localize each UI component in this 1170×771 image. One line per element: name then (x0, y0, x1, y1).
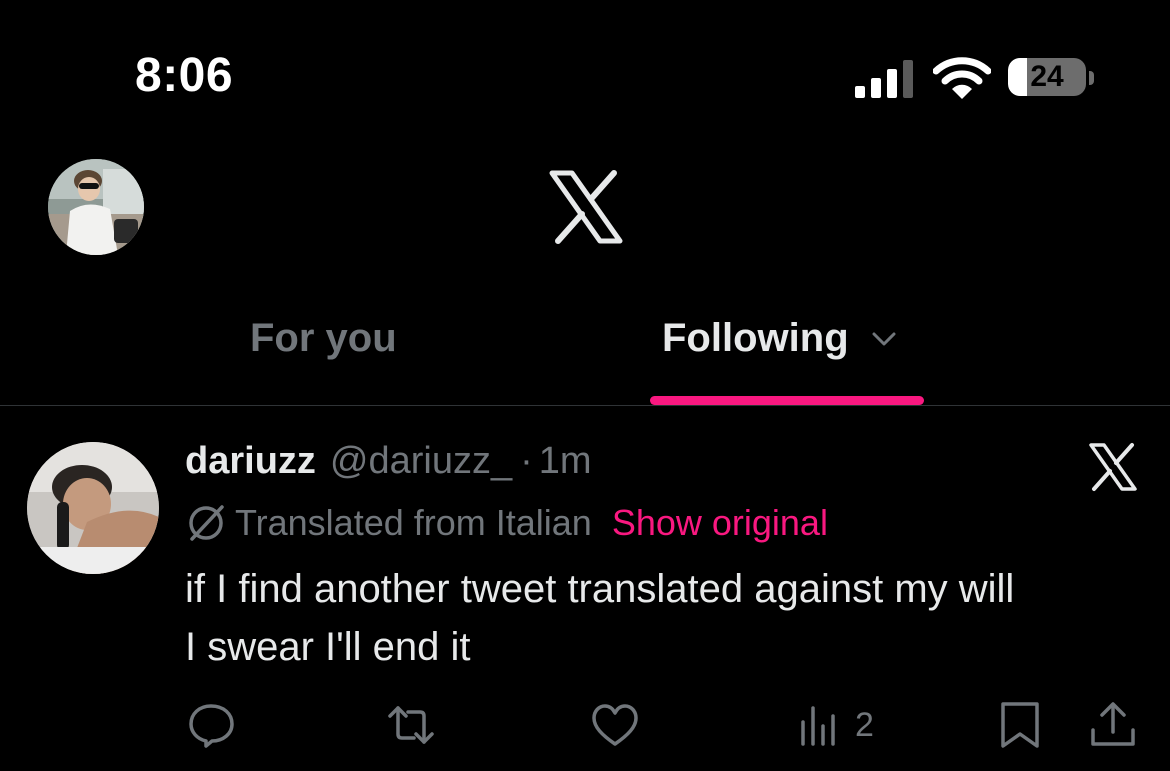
share-icon (1091, 702, 1135, 746)
meta-separator: · (520, 440, 533, 482)
header-divider (0, 405, 1170, 406)
x-logo-icon (1089, 443, 1137, 491)
author-handle[interactable]: @dariuzz_ (330, 440, 512, 483)
repost-button[interactable] (386, 700, 436, 750)
post-author-avatar[interactable] (27, 442, 159, 574)
show-original-link[interactable]: Show original (612, 502, 828, 544)
bookmark-button[interactable] (995, 700, 1045, 750)
share-button[interactable] (1088, 700, 1138, 750)
views-button[interactable]: 2 (795, 700, 874, 750)
battery-indicator: 24 (1008, 56, 1094, 100)
post-timestamp[interactable]: 1m (539, 440, 592, 483)
repost-icon (388, 706, 434, 744)
post-meta: dariuzz @dariuzz_ · 1m (185, 440, 592, 483)
author-photo (27, 442, 159, 574)
post-text: if I find another tweet translated again… (185, 560, 1145, 676)
tab-following[interactable]: Following (662, 316, 899, 361)
active-tab-indicator (650, 396, 924, 405)
translation-notice: Translated from Italian Show original (185, 502, 828, 544)
analytics-icon (801, 706, 835, 746)
cellular-signal-icon (855, 60, 913, 98)
bookmark-icon (1001, 702, 1039, 748)
chevron-down-icon[interactable] (869, 324, 899, 354)
translate-icon (189, 505, 224, 541)
views-count: 2 (855, 705, 874, 744)
like-button[interactable] (590, 700, 640, 750)
profile-avatar[interactable] (48, 159, 144, 255)
translated-from-label: Translated from Italian (235, 502, 592, 543)
post-text-line: if I find another tweet translated again… (185, 567, 1015, 611)
status-time: 8:06 (135, 49, 234, 102)
profile-photo (48, 159, 144, 255)
author-display-name[interactable]: dariuzz (185, 440, 316, 483)
reply-button[interactable] (186, 700, 236, 750)
post-text-line: I swear I'll end it (185, 625, 471, 669)
wifi-icon (933, 57, 991, 99)
tab-for-you[interactable]: For you (250, 316, 397, 361)
reply-icon (189, 704, 234, 748)
tab-following-label: Following (662, 316, 849, 360)
x-logo-icon[interactable] (549, 170, 623, 244)
heart-icon (592, 704, 638, 746)
battery-level: 24 (1030, 60, 1064, 93)
